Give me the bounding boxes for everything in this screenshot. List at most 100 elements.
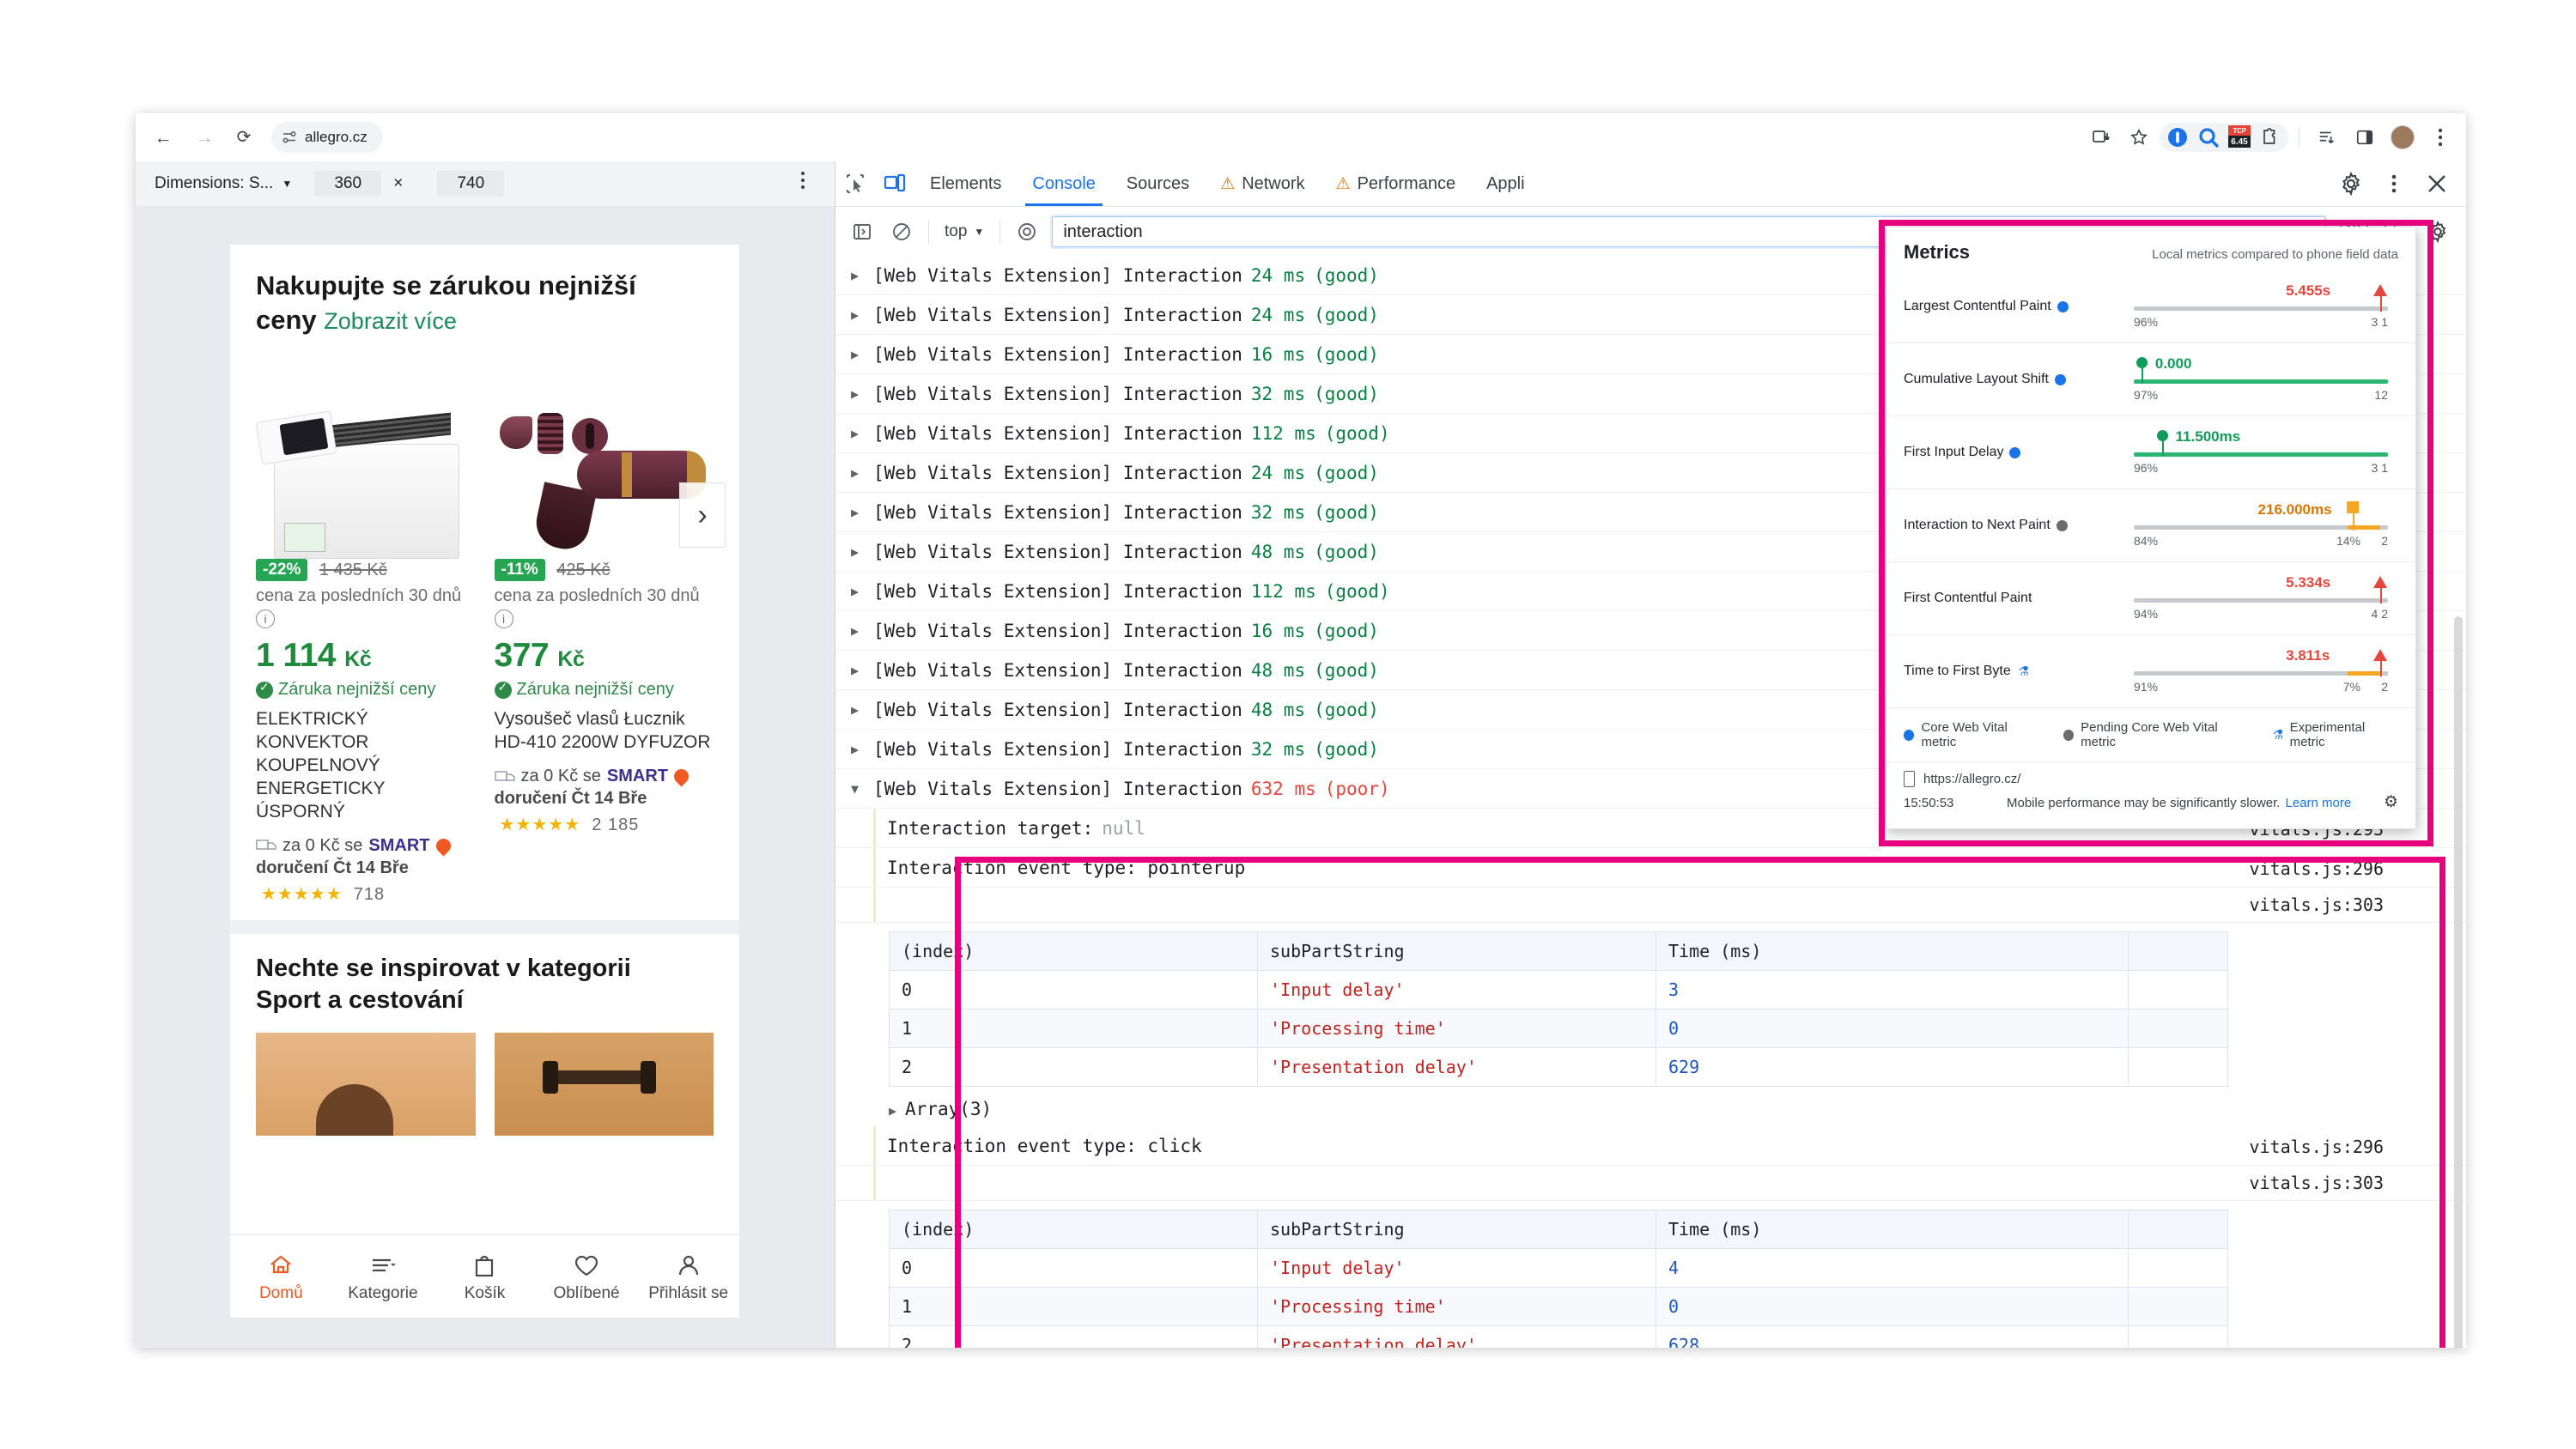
expand-triangle-icon[interactable]: ▶ bbox=[851, 702, 873, 718]
carousel-next-button[interactable]: › bbox=[679, 482, 726, 549]
tab-sources[interactable]: Sources bbox=[1111, 162, 1205, 206]
expand-triangle-icon[interactable]: ▶ bbox=[851, 426, 873, 441]
metric-bar bbox=[2134, 598, 2388, 603]
tab-oblibene[interactable]: Oblíbené bbox=[539, 1251, 634, 1303]
metric-bar bbox=[2134, 379, 2388, 384]
device-toolbar-toggle-icon[interactable] bbox=[875, 167, 914, 201]
clear-console-icon[interactable] bbox=[882, 215, 921, 249]
reload-icon[interactable]: ⟳ bbox=[232, 125, 256, 149]
source-link[interactable]: vitals.js:296 bbox=[2249, 858, 2384, 879]
console-settings-gear-icon[interactable] bbox=[2418, 215, 2458, 249]
rating-count: 2 185 bbox=[592, 815, 640, 835]
console-scrollbar[interactable] bbox=[2454, 616, 2463, 1348]
install-icon[interactable] bbox=[2084, 120, 2118, 155]
popup-settings-gear-icon[interactable]: ⚙ bbox=[2384, 792, 2398, 812]
log-status: (good) bbox=[1314, 620, 1379, 641]
promo-more-link[interactable]: Zobrazit více bbox=[324, 308, 457, 334]
location-pin-icon bbox=[671, 766, 692, 787]
array-expander[interactable]: ▶ Array(3) bbox=[889, 1092, 2466, 1126]
live-expression-eye-icon[interactable] bbox=[1007, 215, 1047, 249]
metric-pct-right-a: 7% bbox=[2342, 680, 2360, 694]
onepassword-icon[interactable] bbox=[2164, 124, 2191, 151]
timestamp: 15:50:53 bbox=[1904, 796, 1954, 810]
forward-icon[interactable]: → bbox=[192, 125, 216, 149]
log-message: [Web Vitals Extension] Interaction bbox=[873, 580, 1242, 602]
metric-graph: 5.334s 94% 4 2 bbox=[2101, 573, 2398, 624]
tab-elements[interactable]: Elements bbox=[914, 162, 1017, 206]
metric-row: First Input Delay 11.500ms 96% 3 1 bbox=[1886, 416, 2415, 489]
web-vitals-badge-icon[interactable]: TCP 6.45 bbox=[2226, 124, 2253, 150]
metric-value: 3.811s bbox=[2286, 647, 2330, 664]
log-value: 16 ms bbox=[1250, 620, 1306, 641]
category-section: Nechte se inspirovat v kategorii Sport a… bbox=[230, 934, 739, 1017]
settings-gear-icon[interactable] bbox=[2332, 167, 2370, 201]
tab-kosik[interactable]: Košík bbox=[437, 1251, 532, 1303]
flask-icon: ⚗ bbox=[2271, 728, 2283, 743]
info-icon[interactable]: i bbox=[494, 609, 513, 629]
guarantee-row: Záruka nejnižší ceny bbox=[256, 680, 476, 700]
device-more-options-icon[interactable] bbox=[792, 172, 814, 189]
expand-triangle-icon[interactable]: ▶ bbox=[851, 465, 873, 481]
downloads-icon[interactable] bbox=[2310, 120, 2344, 155]
execution-context-dropdown[interactable]: top ▼ bbox=[936, 222, 993, 241]
category-image-2[interactable] bbox=[494, 1033, 714, 1137]
search-extension-icon[interactable] bbox=[2195, 124, 2222, 151]
cell-subpartstring: 'Input delay' bbox=[1257, 1248, 1656, 1288]
expand-triangle-icon[interactable]: ▶ bbox=[889, 1103, 896, 1119]
expand-triangle-icon[interactable]: ▶ bbox=[851, 544, 873, 560]
dimensions-dropdown[interactable]: Dimensions: S... ▼ bbox=[155, 174, 292, 193]
inspect-element-icon[interactable] bbox=[835, 167, 875, 201]
delivery-date: doručení Čt 14 Bře bbox=[494, 789, 647, 809]
metric-row: First Contentful Paint 5.334s 94% 4 2 bbox=[1886, 562, 2415, 635]
viewport-height-input[interactable]: 740 bbox=[437, 171, 505, 197]
tab-network[interactable]: ⚠ Network bbox=[1205, 162, 1320, 206]
metric-graph: 216.000ms 84% 14% 2 bbox=[2101, 500, 2398, 551]
expand-triangle-icon[interactable]: ▶ bbox=[851, 386, 873, 402]
emulated-page: Nakupujte se zárukou nejnižší ceny Zobra… bbox=[230, 245, 739, 1318]
source-link[interactable]: vitals.js:296 bbox=[2249, 1137, 2384, 1157]
table-column-header: subPartString bbox=[1257, 1210, 1656, 1249]
back-icon[interactable]: ← bbox=[151, 125, 175, 149]
source-link[interactable]: vitals.js:303 bbox=[2249, 1173, 2384, 1193]
tab-domu[interactable]: Domů bbox=[234, 1251, 328, 1303]
category-image-1[interactable] bbox=[256, 1033, 476, 1137]
old-price: 1 435 Kč bbox=[319, 560, 387, 579]
log-value: 24 ms bbox=[1250, 462, 1306, 483]
console-sidebar-toggle-icon[interactable] bbox=[842, 215, 882, 249]
expand-triangle-icon[interactable]: ▶ bbox=[851, 584, 873, 599]
info-icon[interactable]: i bbox=[256, 609, 275, 629]
tab-kategorie[interactable]: Kategorie bbox=[336, 1251, 430, 1303]
popup-url: https://allegro.cz/ bbox=[1923, 772, 2021, 786]
toolbar-divider bbox=[2299, 128, 2300, 147]
expand-triangle-icon[interactable]: ▶ bbox=[851, 742, 873, 757]
product-card[interactable]: -11% 425 Kč cena za posledních 30 dnů i … bbox=[494, 349, 714, 904]
devtools-more-options-icon[interactable] bbox=[2375, 167, 2413, 201]
address-bar[interactable]: allegro.cz bbox=[271, 122, 383, 153]
log-message: [Web Vitals Extension] Interaction bbox=[873, 343, 1242, 365]
source-link[interactable]: vitals.js:303 bbox=[2249, 894, 2384, 915]
bar-segment-orange bbox=[2347, 671, 2381, 676]
product-card[interactable]: -22% 1 435 Kč cena za posledních 30 dnů … bbox=[256, 349, 476, 904]
collapse-triangle-icon[interactable]: ▼ bbox=[851, 781, 873, 797]
expand-triangle-icon[interactable]: ▶ bbox=[851, 347, 873, 362]
tab-application[interactable]: Appli bbox=[1471, 162, 1540, 206]
extensions-puzzle-icon[interactable] bbox=[2257, 124, 2284, 151]
chrome-menu-icon[interactable] bbox=[2423, 120, 2458, 155]
tab-console[interactable]: Console bbox=[1017, 162, 1110, 206]
sidepanel-icon[interactable] bbox=[2348, 120, 2382, 155]
browser-action-icons: TCP 6.45 bbox=[2084, 120, 2458, 155]
expand-triangle-icon[interactable]: ▶ bbox=[851, 307, 873, 323]
expand-triangle-icon[interactable]: ▶ bbox=[851, 505, 873, 520]
viewport-width-input[interactable]: 360 bbox=[314, 171, 382, 197]
expand-triangle-icon[interactable]: ▶ bbox=[851, 268, 873, 283]
discount-badge: -22% bbox=[256, 559, 308, 582]
learn-more-link[interactable]: Learn more bbox=[2285, 796, 2351, 810]
bookmark-star-icon[interactable] bbox=[2122, 120, 2156, 155]
tab-prihlasit-se[interactable]: Přihlásit se bbox=[641, 1251, 736, 1303]
expand-triangle-icon[interactable]: ▶ bbox=[851, 623, 873, 639]
expand-triangle-icon[interactable]: ▶ bbox=[851, 663, 873, 678]
profile-avatar-icon[interactable] bbox=[2385, 120, 2420, 155]
tab-label: Appli bbox=[1486, 173, 1525, 193]
close-icon[interactable] bbox=[2418, 167, 2456, 201]
tab-performance[interactable]: ⚠ Performance bbox=[1321, 162, 1472, 206]
